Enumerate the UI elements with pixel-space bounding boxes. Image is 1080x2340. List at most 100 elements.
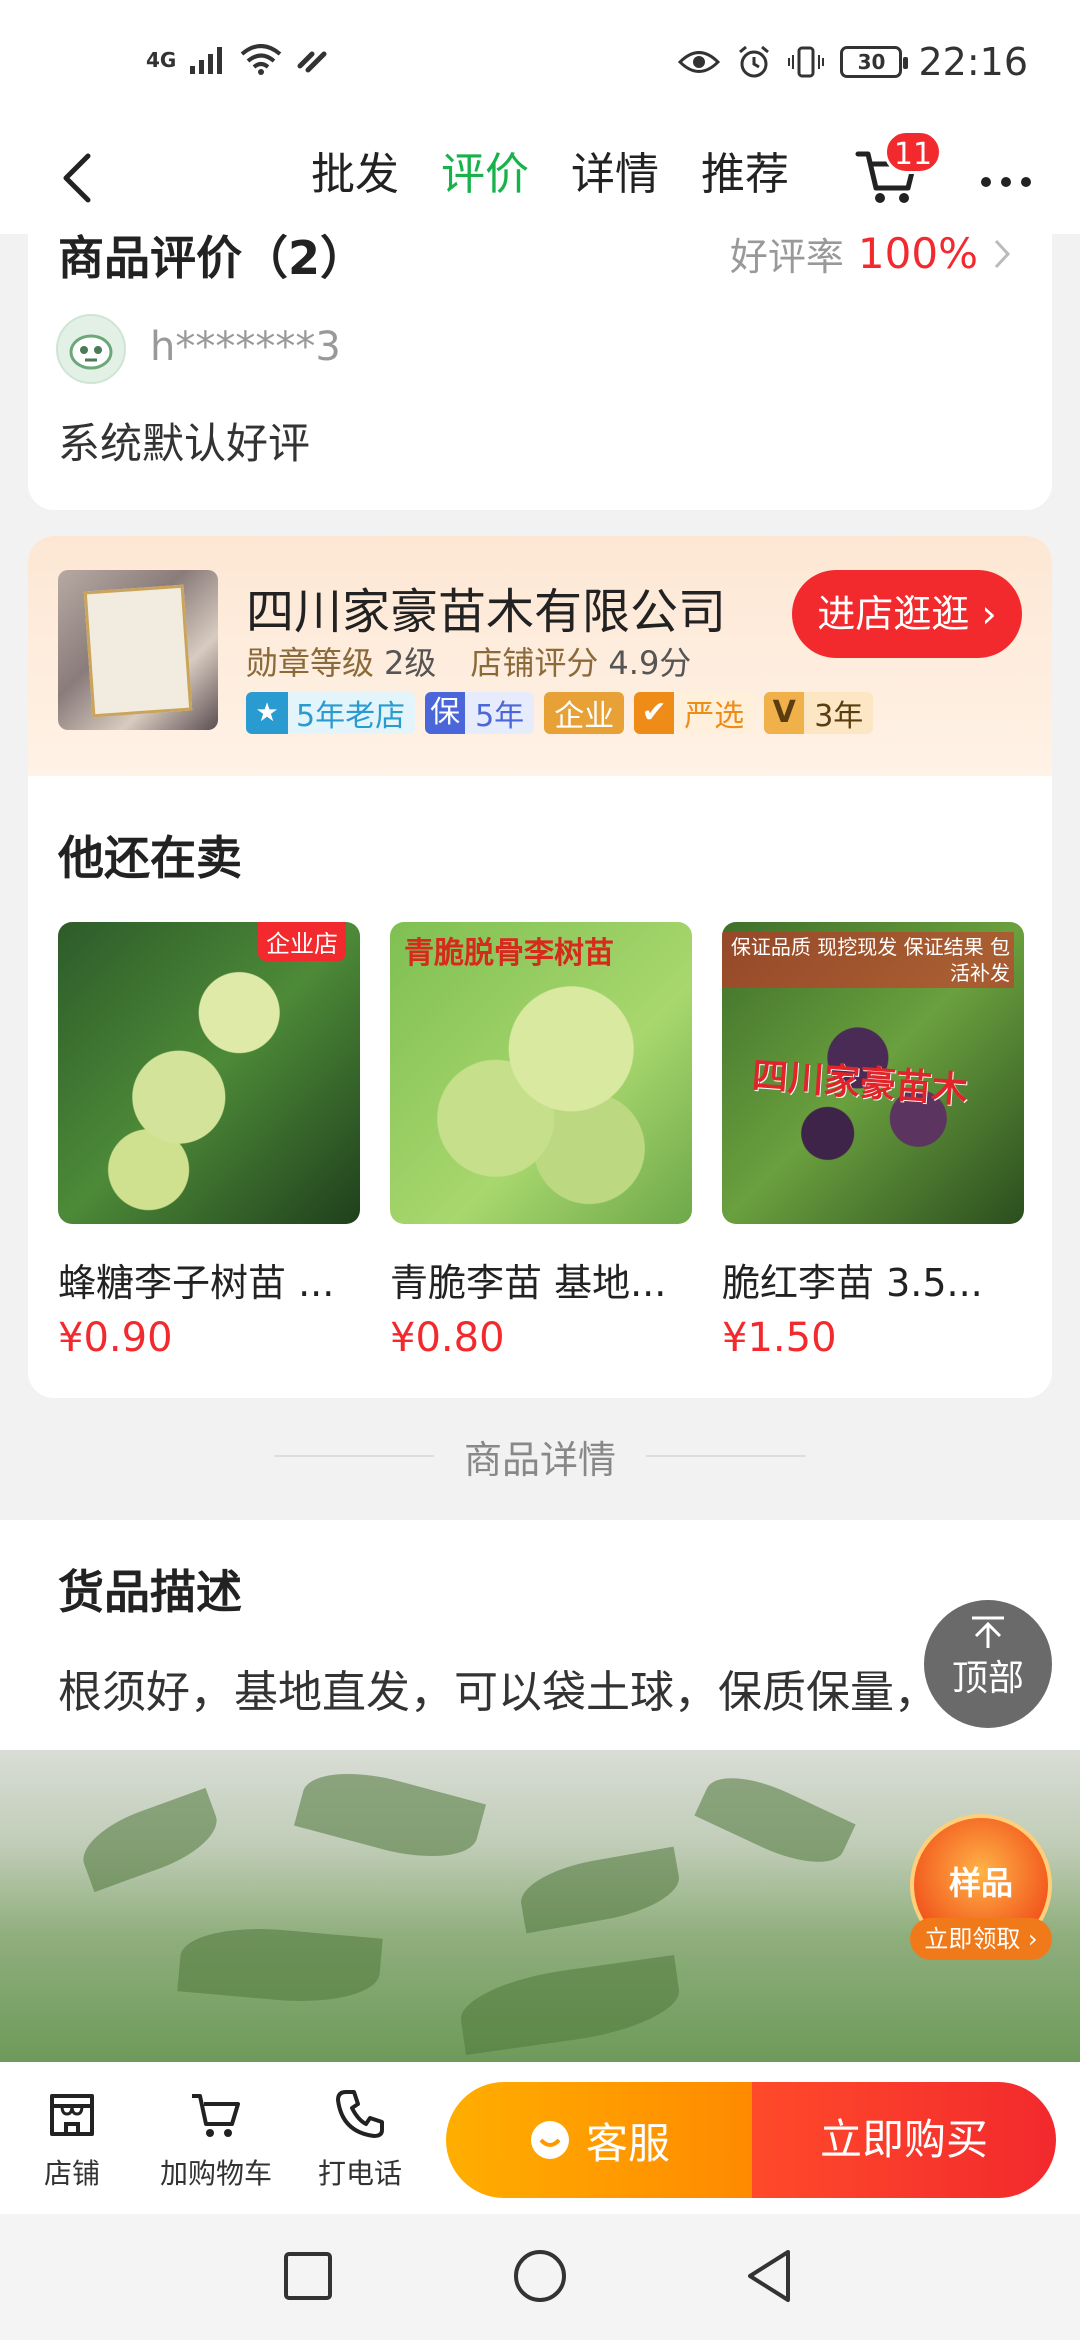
- back-to-top-label: 顶部: [951, 1658, 1024, 1699]
- claim-now-button[interactable]: 立即领取 ›: [910, 1918, 1052, 1960]
- medal-value: 2级: [384, 644, 437, 682]
- score-label: 店铺评分: [470, 644, 599, 682]
- shop-badges: ★ 5年老店 保 5年 企业 ✔ 严选 V 3年: [246, 692, 874, 734]
- review-title: 商品评价（2）: [58, 231, 367, 285]
- arrow-up-icon: [972, 1616, 1004, 1648]
- customer-service-button[interactable]: 客服: [446, 2082, 752, 2198]
- avatar: [56, 314, 126, 384]
- also-selling-title: 他还在卖: [58, 831, 242, 885]
- vibrate-icon: [788, 46, 825, 78]
- tab-reviews[interactable]: 评价: [420, 144, 550, 224]
- product-price: ¥1.50: [722, 1315, 837, 1361]
- shop-header: 四川家豪苗木有限公司 勋章等级 2级 店铺评分 4.9分 进店逛逛 › ★ 5年…: [28, 536, 1052, 776]
- badge-old-store: ★ 5年老店: [246, 692, 416, 734]
- shop-button[interactable]: 店铺: [12, 2086, 132, 2192]
- badge-verified: V 3年: [764, 692, 874, 734]
- shop-logo[interactable]: [58, 570, 218, 730]
- chevron-right-icon: [994, 239, 1011, 268]
- review-card: 商品评价（2） 好评率 100% h*******3 系统默认好评: [28, 210, 1052, 510]
- product-image: 青脆脱骨李树苗: [390, 922, 692, 1224]
- shop-card: 四川家豪苗木有限公司 勋章等级 2级 店铺评分 4.9分 进店逛逛 › ★ 5年…: [28, 536, 1052, 1398]
- product-card[interactable]: 保证品质 现挖现发 保证结果 包活补发 四川家豪苗木 脆红李苗 3.5... ¥…: [722, 922, 1024, 1361]
- description-text: 根须好，基地直发，可以袋土球，保质保量，: [58, 1667, 938, 1718]
- alarm-icon: [739, 45, 770, 78]
- chat-smile-icon: [530, 2121, 569, 2159]
- check-shield-icon: ✔: [634, 692, 675, 734]
- chevron-right-icon: ›: [981, 592, 997, 636]
- home-circle-icon[interactable]: [512, 2248, 568, 2304]
- back-to-top-button[interactable]: 顶部: [924, 1600, 1052, 1728]
- star-house-icon: ★: [246, 692, 288, 734]
- shop-meta: 勋章等级 2级 店铺评分 4.9分: [246, 638, 715, 684]
- product-image: 保证品质 现挖现发 保证结果 包活补发 四川家豪苗木: [722, 922, 1024, 1224]
- detail-divider: 商品详情: [0, 1426, 1080, 1486]
- image-side-text: 保证品质 现挖现发 保证结果 包活补发: [722, 932, 1014, 988]
- divider-line: [646, 1455, 806, 1457]
- detail-divider-label: 商品详情: [463, 1437, 616, 1482]
- rate-value: 100%: [857, 229, 978, 278]
- add-to-cart-label: 加购物车: [159, 2157, 272, 2190]
- battery-indicator: 30: [840, 46, 909, 78]
- product-price: ¥0.90: [58, 1315, 173, 1361]
- cart-icon: [192, 2094, 240, 2137]
- tab-bar: 批发 评价 详情 推荐: [290, 144, 810, 224]
- add-to-cart-button[interactable]: 加购物车: [156, 2086, 276, 2192]
- enterprise-store-tag: 企业店: [258, 922, 346, 961]
- product-name: 蜂糖李子树苗 ...: [58, 1261, 335, 1305]
- call-label: 打电话: [317, 2157, 402, 2190]
- back-triangle-icon[interactable]: [744, 2248, 796, 2304]
- medal-label: 勋章等级: [246, 644, 375, 682]
- divider-line: [273, 1455, 434, 1457]
- certificate-image: [83, 584, 193, 718]
- review-username: h*******3: [150, 324, 341, 370]
- bottom-action-bar: 店铺 加购物车 打电话 客服 立即购买: [0, 2062, 1080, 2214]
- status-bar: 4G 30 22:16: [0, 0, 1080, 130]
- badge-yanxuan: ✔ 严选: [634, 692, 755, 734]
- eye-icon: [678, 51, 721, 73]
- shop-name[interactable]: 四川家豪苗木有限公司: [246, 572, 726, 642]
- link-icon: [297, 51, 327, 73]
- system-nav-bar: [0, 2214, 1080, 2340]
- enter-shop-label: 进店逛逛: [817, 592, 970, 636]
- more-button[interactable]: [976, 162, 1036, 202]
- product-name: 脆红李苗 3.5...: [722, 1261, 983, 1305]
- score-value: 4.9分: [608, 644, 692, 682]
- badge-guarantee: 保 5年: [425, 692, 535, 734]
- image-overlay-text: 青脆脱骨李树苗: [404, 936, 614, 971]
- recents-square-icon[interactable]: [282, 2250, 334, 2302]
- rate-label: 好评率: [729, 235, 844, 279]
- description-title: 货品描述: [58, 1565, 242, 1619]
- tab-recommend[interactable]: 推荐: [680, 144, 810, 216]
- wifi-icon: [241, 44, 282, 75]
- image-overlay-text: 四川家豪苗木: [750, 1055, 969, 1112]
- clock: 22:16: [918, 40, 1028, 84]
- more-dots-icon: [981, 177, 1031, 187]
- review-text: 系统默认好评: [58, 419, 311, 468]
- product-price: ¥0.80: [390, 1315, 505, 1361]
- signal-icon: [190, 47, 223, 74]
- shop-icon: [50, 2094, 94, 2136]
- description-section: 货品描述 根须好，基地直发，可以袋土球，保质保量，: [0, 1520, 1080, 1750]
- enter-shop-button[interactable]: 进店逛逛 ›: [792, 570, 1022, 658]
- chevron-right-icon: ›: [1020, 1925, 1038, 1953]
- tab-wholesale[interactable]: 批发: [290, 144, 420, 216]
- call-button[interactable]: 打电话: [300, 2086, 420, 2192]
- product-card[interactable]: 企业店 蜂糖李子树苗 ... ¥0.90: [58, 922, 360, 1361]
- tab-details[interactable]: 详情: [550, 144, 680, 216]
- product-image: 企业店: [58, 922, 360, 1224]
- back-button[interactable]: [50, 148, 110, 208]
- avatar-robot-icon: [69, 334, 113, 370]
- back-arrow-icon: [63, 153, 91, 203]
- product-card[interactable]: 青脆脱骨李树苗 青脆李苗 基地... ¥0.80: [390, 922, 692, 1361]
- product-name: 青脆李苗 基地...: [390, 1261, 667, 1305]
- network-type: 4G: [146, 48, 177, 72]
- customer-service-label: 客服: [585, 2118, 670, 2168]
- badge-enterprise: 企业: [544, 692, 625, 734]
- shop-label: 店铺: [43, 2157, 100, 2190]
- sample-label: 样品: [948, 1864, 1013, 1902]
- review-rate-link[interactable]: 好评率 100%: [730, 226, 1012, 281]
- cart-count-badge: 11: [884, 130, 942, 174]
- phone-icon: [336, 2090, 384, 2138]
- product-list: 企业店 蜂糖李子树苗 ... ¥0.90 青脆脱骨李树苗 青脆李苗 基地... …: [58, 922, 1024, 1361]
- buy-now-button[interactable]: 立即购买: [752, 2082, 1056, 2198]
